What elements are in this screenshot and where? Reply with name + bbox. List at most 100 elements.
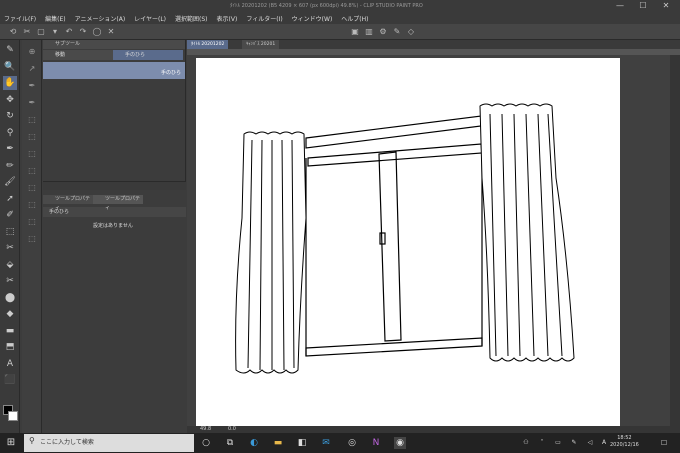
command-icon[interactable]: ▥ <box>364 27 374 37</box>
sub-tool-panel: サブツール 移動 手のひら 手のひら <box>43 40 186 190</box>
tool-icon[interactable]: A <box>3 357 17 371</box>
curtain-right <box>479 103 575 362</box>
tray-volume-icon[interactable]: ◁ <box>584 437 596 449</box>
command-icon[interactable]: ▣ <box>350 27 360 37</box>
sub-tool-icon[interactable]: ⬚ <box>25 113 39 126</box>
close-button[interactable]: ✕ <box>656 0 676 12</box>
sub-tool-icon[interactable]: ⬚ <box>25 198 39 211</box>
sub-color-swatch[interactable] <box>8 411 18 421</box>
tool-icon[interactable]: ⚲ <box>3 126 17 140</box>
sub-tool-icon[interactable]: ⊕ <box>25 45 39 58</box>
tool-icon[interactable]: ⬙ <box>3 258 17 272</box>
property-tab-2[interactable]: ツールプロパティ <box>93 195 143 211</box>
sub-tool-icon[interactable]: ⬚ <box>25 130 39 143</box>
sub-tool-icon[interactable]: ↗ <box>25 62 39 75</box>
tool-icon[interactable]: ✂ <box>3 274 17 288</box>
sub-tool-icon[interactable]: ⬚ <box>25 164 39 177</box>
tool-icon[interactable]: ▬ <box>3 324 17 338</box>
document-tab-2[interactable]: ｷｬﾝﾊﾞｽ 20201 <box>242 40 280 49</box>
tray-people-icon[interactable]: ⚇ <box>520 437 532 449</box>
command-icon[interactable]: ✂ <box>22 27 32 37</box>
tool-icon[interactable]: 🖌 <box>3 175 17 189</box>
document-tab-1[interactable]: ﾀｲﾄﾙ 20201202 <box>187 40 229 49</box>
rotation-value[interactable]: 0.0 <box>228 426 236 432</box>
command-icon[interactable]: ✎ <box>392 27 402 37</box>
sub-tool-footer <box>43 181 186 190</box>
tray-pen-icon[interactable]: ✎ <box>568 437 580 449</box>
maximize-button[interactable]: ☐ <box>633 0 653 12</box>
menu-edit[interactable]: 編集(E) <box>45 14 65 23</box>
tool-icon[interactable]: ⬤ <box>3 291 17 305</box>
tool-icon[interactable]: ✎ <box>3 43 17 57</box>
window-drawing <box>305 115 483 357</box>
command-icon[interactable]: ◯ <box>92 27 102 37</box>
cortana-icon[interactable]: ○ <box>200 437 212 449</box>
command-icon[interactable]: ▢ <box>36 27 46 37</box>
tool-icon[interactable]: ◆ <box>3 307 17 321</box>
vertical-scrollbar[interactable] <box>670 55 680 426</box>
tray-network-icon[interactable]: ▭ <box>552 437 564 449</box>
command-icon[interactable]: ↶ <box>64 27 74 37</box>
task-view-icon[interactable]: ⧉ <box>224 437 236 449</box>
command-icon[interactable]: ⚙ <box>378 27 388 37</box>
menu-filter[interactable]: フィルター(I) <box>246 14 282 23</box>
tool-icon[interactable]: ✂ <box>3 241 17 255</box>
onenote-icon[interactable]: N <box>370 437 382 449</box>
command-icon[interactable]: ↷ <box>78 27 88 37</box>
tray-chevron-icon[interactable]: ˄ <box>536 437 548 449</box>
menu-view[interactable]: 表示(V) <box>217 14 238 23</box>
command-icon[interactable]: ▾ <box>50 27 60 37</box>
zoom-value[interactable]: 49.8 <box>200 426 211 432</box>
command-icon[interactable]: ◇ <box>406 27 416 37</box>
search-icon: ⚲ <box>29 436 35 445</box>
store-icon[interactable]: ◧ <box>296 437 308 449</box>
property-tab-1[interactable]: ツールプロパティ <box>43 195 93 211</box>
command-icon[interactable]: ⟲ <box>8 27 18 37</box>
menu-animation[interactable]: アニメーション(A) <box>75 14 126 23</box>
notification-icon[interactable]: ☐ <box>658 437 670 449</box>
tool-icon[interactable]: ⬒ <box>3 340 17 354</box>
sub-tool-icon[interactable]: ⬚ <box>25 147 39 160</box>
mail-icon[interactable]: ✉ <box>320 437 332 449</box>
clock-time: 18:52 <box>617 435 632 441</box>
tool-icon[interactable]: ✒ <box>3 142 17 156</box>
sub-tool-item-hand[interactable]: 手のひら <box>43 62 185 79</box>
sub-tool-group-move[interactable]: 移動 <box>43 50 113 60</box>
explorer-icon[interactable]: ▬ <box>272 437 284 449</box>
menu-help[interactable]: ヘルプ(H) <box>341 14 368 23</box>
sub-tool-icon[interactable]: ⬚ <box>25 181 39 194</box>
sub-tool-icon[interactable]: ⬚ <box>25 215 39 228</box>
clock[interactable]: 18:52 2020/12/16 <box>610 435 639 449</box>
command-icon[interactable]: ✕ <box>106 27 116 37</box>
tool-icon[interactable]: ⬛ <box>3 373 17 387</box>
ime-indicator[interactable]: A <box>598 437 610 449</box>
edge-icon[interactable]: ◐ <box>248 437 260 449</box>
drawing-canvas[interactable] <box>196 58 620 426</box>
ruler <box>187 49 680 55</box>
minimize-button[interactable]: — <box>610 0 630 12</box>
taskbar-search-input[interactable]: ここに入力して検索 <box>24 434 194 452</box>
sub-tool-group-hand[interactable]: 手のひら <box>113 50 183 60</box>
windows-start-icon[interactable]: ⊞ <box>5 437 17 449</box>
tool-icon[interactable]: ✋ <box>3 76 17 90</box>
menu-file[interactable]: ファイル(F) <box>4 14 36 23</box>
command-bar <box>0 24 680 40</box>
tool-icon[interactable]: ✏ <box>3 159 17 173</box>
tool-icon[interactable]: ↻ <box>3 109 17 123</box>
sub-tool-tab[interactable]: サブツール <box>43 40 185 49</box>
sub-tool-icon[interactable]: ✒ <box>25 79 39 92</box>
tool-icon[interactable]: ➚ <box>3 192 17 206</box>
menu-window[interactable]: ウィンドウ(W) <box>292 14 333 23</box>
property-empty-message: 設定はありません <box>93 223 133 229</box>
tool-icon[interactable]: ⬚ <box>3 225 17 239</box>
clip-studio-icon[interactable]: ◎ <box>346 437 358 449</box>
horizontal-scrollbar[interactable] <box>187 426 680 433</box>
tool-icon[interactable]: ✐ <box>3 208 17 222</box>
menu-layer[interactable]: レイヤー(L) <box>134 14 166 23</box>
menu-selection[interactable]: 選択範囲(S) <box>175 14 208 23</box>
sub-tool-icon[interactable]: ⬚ <box>25 232 39 245</box>
sub-tool-icon[interactable]: ✒ <box>25 96 39 109</box>
tool-icon[interactable]: ✥ <box>3 93 17 107</box>
clip-studio-paint-icon[interactable]: ◉ <box>394 437 406 449</box>
tool-icon[interactable]: 🔍 <box>3 60 17 74</box>
